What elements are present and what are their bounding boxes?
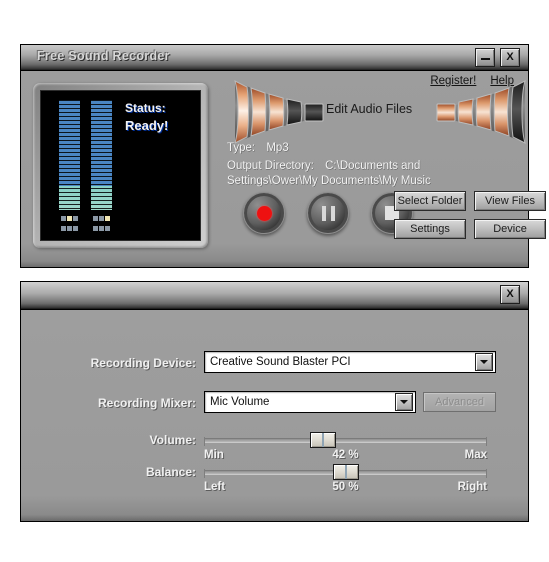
recording-mixer-label: Recording Mixer: bbox=[97, 396, 196, 410]
volume-max-label: Max bbox=[464, 449, 487, 461]
minimize-icon bbox=[480, 58, 490, 60]
file-type-info: Type: Mp3 bbox=[227, 142, 289, 154]
select-folder-button[interactable]: Select Folder bbox=[394, 191, 466, 211]
device-settings-window: X Recording Device: Creative Sound Blast… bbox=[20, 281, 529, 522]
pause-button[interactable] bbox=[307, 192, 349, 234]
settings-button[interactable]: Settings bbox=[394, 219, 466, 239]
file-type-value: Mp3 bbox=[266, 142, 289, 154]
recording-mixer-select[interactable]: Mic Volume bbox=[204, 391, 416, 413]
output-directory-value-1: C:\Documents and bbox=[325, 160, 421, 172]
titlebar-buttons: X bbox=[475, 48, 520, 67]
display-bezel: Status: Ready! bbox=[33, 83, 208, 248]
transport-controls bbox=[243, 192, 413, 234]
recording-device-label: Recording Device: bbox=[90, 356, 196, 370]
register-link[interactable]: Register! bbox=[430, 75, 476, 87]
right-channel-meter bbox=[91, 100, 112, 210]
chevron-down-icon[interactable] bbox=[475, 353, 493, 371]
output-directory-info-line1: Output Directory: C:\Documents and bbox=[227, 160, 420, 172]
output-directory-label: Output Directory: bbox=[227, 160, 314, 172]
left-peak-indicator-icon bbox=[61, 216, 78, 231]
advanced-button: Advanced bbox=[423, 392, 496, 412]
volume-slider[interactable] bbox=[204, 432, 487, 448]
speaker-horn-right-icon bbox=[436, 80, 526, 144]
balance-value-label: 50 % bbox=[332, 481, 359, 493]
volume-slider-thumb[interactable] bbox=[309, 432, 336, 448]
volume-label: Volume: bbox=[149, 433, 196, 447]
balance-label: Balance: bbox=[145, 465, 196, 479]
recorder-window: Free Sound Recorder X Status: Ready! Reg… bbox=[20, 44, 546, 268]
device-close-button[interactable]: X bbox=[500, 285, 520, 304]
output-directory-info-line2: Settings\Ower\My Documents\My Music bbox=[227, 175, 431, 187]
recorder-body: Status: Ready! Register! Help Edit Audio… bbox=[21, 71, 546, 267]
volume-value-label: 42 % bbox=[332, 449, 359, 461]
recording-device-select[interactable]: Creative Sound Blaster PCI bbox=[204, 351, 496, 373]
balance-left-label: Left bbox=[204, 481, 226, 493]
balance-slider-thumb[interactable] bbox=[332, 464, 359, 480]
header-links: Register! Help bbox=[430, 75, 514, 87]
right-peak-indicator-icon bbox=[93, 216, 110, 231]
speaker-horn-left-icon bbox=[234, 80, 324, 144]
balance-slider[interactable] bbox=[204, 464, 487, 480]
app-root: Free Sound Recorder X Status: Ready! Reg… bbox=[0, 0, 549, 562]
recording-device-value: Creative Sound Blaster PCI bbox=[210, 356, 351, 368]
balance-right-label: Right bbox=[457, 481, 487, 493]
volume-slider-track[interactable] bbox=[204, 437, 487, 446]
lcd-screen: Status: Ready! bbox=[40, 90, 201, 241]
close-button[interactable]: X bbox=[500, 48, 520, 67]
pause-icon bbox=[321, 205, 335, 221]
volume-min-label: Min bbox=[204, 449, 224, 461]
device-titlebar[interactable]: X bbox=[21, 282, 528, 310]
device-button[interactable]: Device bbox=[474, 219, 546, 239]
record-button[interactable] bbox=[243, 192, 285, 234]
view-files-button[interactable]: View Files bbox=[474, 191, 546, 211]
status-label: Status: bbox=[125, 101, 166, 115]
window-title: Free Sound Recorder bbox=[37, 49, 170, 63]
record-icon bbox=[256, 205, 272, 221]
recording-mixer-value: Mic Volume bbox=[210, 396, 270, 408]
device-titlebar-buttons: X bbox=[500, 285, 520, 304]
left-channel-meter bbox=[59, 100, 80, 210]
file-type-label: Type: bbox=[227, 142, 256, 154]
chevron-down-icon[interactable] bbox=[395, 393, 413, 411]
minimize-button[interactable] bbox=[475, 48, 495, 67]
device-settings-body: Recording Device: Creative Sound Blaster… bbox=[21, 310, 528, 521]
recorder-titlebar[interactable]: Free Sound Recorder X bbox=[21, 45, 528, 71]
status-value: Ready! bbox=[125, 118, 169, 133]
help-link[interactable]: Help bbox=[490, 75, 514, 87]
edit-audio-files-label[interactable]: Edit Audio Files bbox=[326, 102, 412, 116]
